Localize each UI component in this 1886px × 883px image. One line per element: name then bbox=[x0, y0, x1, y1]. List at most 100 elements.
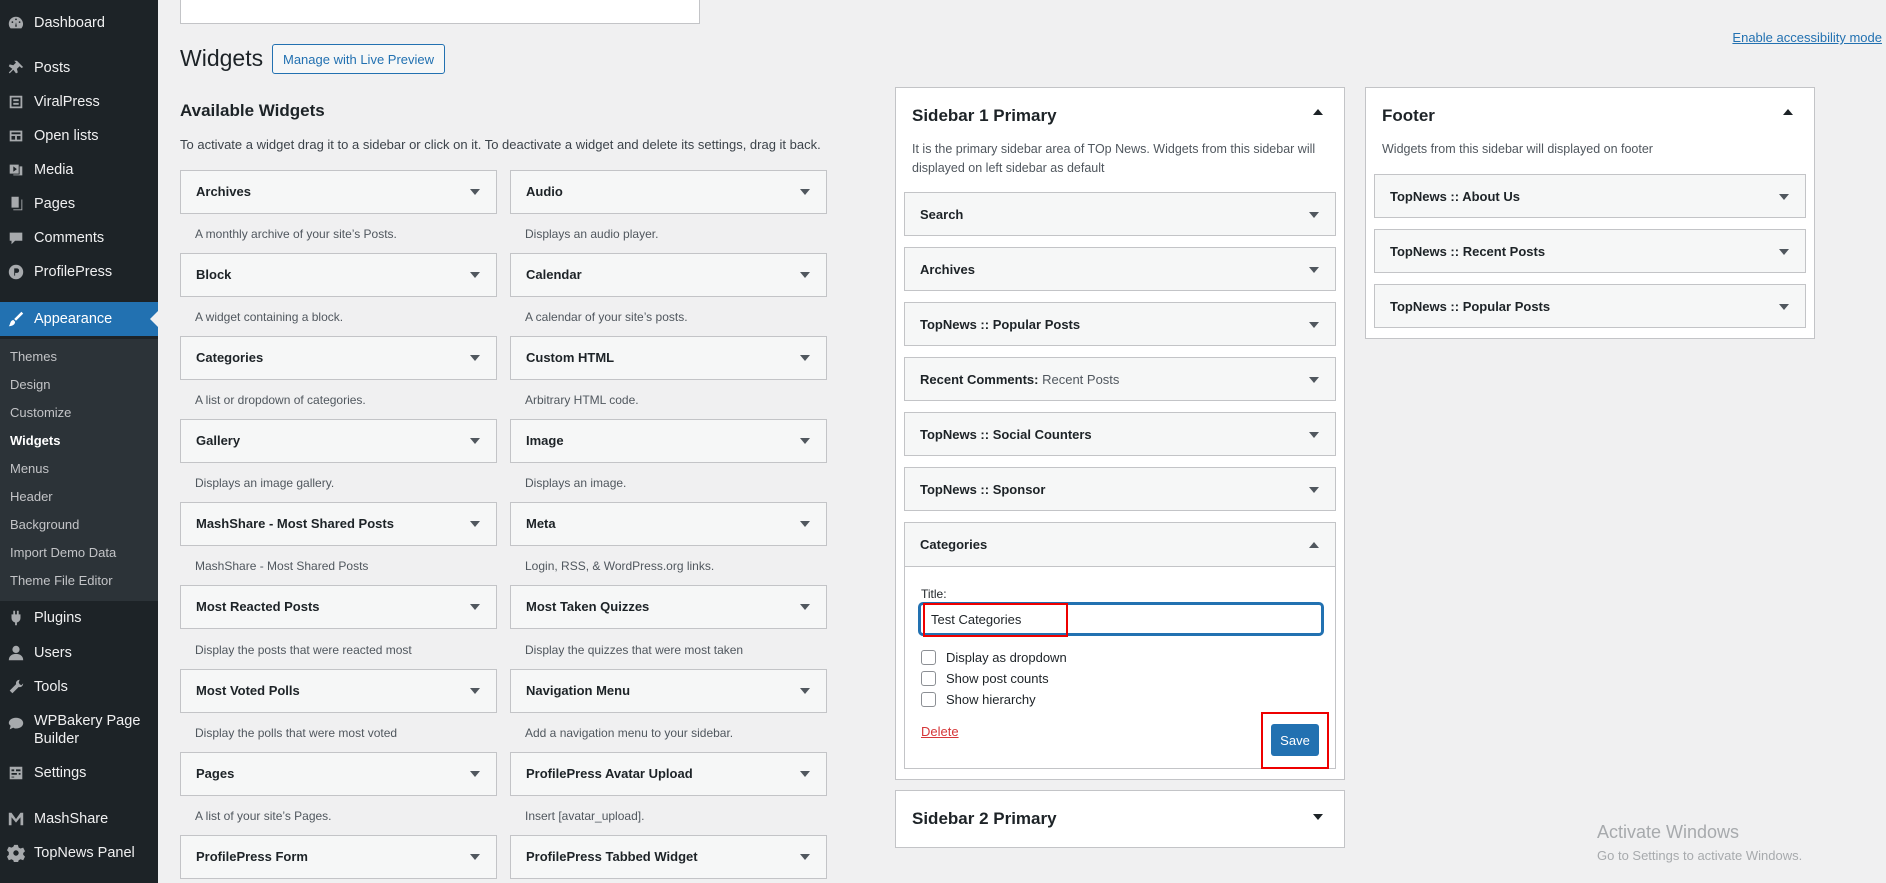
menu-media[interactable]: Media bbox=[0, 154, 158, 186]
caret-down-icon[interactable] bbox=[1313, 814, 1323, 820]
submenu-header[interactable]: Header bbox=[10, 489, 53, 504]
menu-dashboard[interactable]: Dashboard bbox=[0, 7, 158, 39]
categories-widget-header[interactable]: Categories bbox=[905, 523, 1335, 567]
sidebar-2-primary[interactable]: Sidebar 2 Primary bbox=[895, 790, 1345, 848]
widget-mashshare-most-shared[interactable]: MashShare - Most Shared Posts bbox=[180, 502, 497, 546]
menu-users[interactable]: Users bbox=[0, 637, 158, 669]
delete-link[interactable]: Delete bbox=[921, 724, 959, 739]
checkbox-show-hierarchy[interactable] bbox=[921, 692, 936, 707]
widget-calendar[interactable]: Calendar bbox=[510, 253, 827, 297]
sidebar-widget-popular-posts[interactable]: TopNews :: Popular Posts bbox=[904, 302, 1336, 346]
caret-down-icon[interactable] bbox=[1309, 267, 1319, 273]
caret-down-icon[interactable] bbox=[800, 688, 810, 694]
menu-comments[interactable]: Comments bbox=[0, 222, 158, 254]
widget-profilepress-form[interactable]: ProfilePress Form bbox=[180, 835, 497, 879]
caret-down-icon[interactable] bbox=[800, 604, 810, 610]
sidebar-1-title[interactable]: Sidebar 1 Primary bbox=[912, 106, 1057, 126]
menu-plugins[interactable]: Plugins bbox=[0, 602, 158, 634]
sidebar-widget-archives[interactable]: Archives bbox=[904, 247, 1336, 291]
checkbox-show-post-counts[interactable] bbox=[921, 671, 936, 686]
sidebar-widget-recent-comments[interactable]: Recent Comments: Recent Posts bbox=[904, 357, 1336, 401]
caret-down-icon[interactable] bbox=[470, 521, 480, 527]
footer-widget-about-us[interactable]: TopNews :: About Us bbox=[1374, 174, 1806, 218]
widget-gallery[interactable]: Gallery bbox=[180, 419, 497, 463]
caret-up-icon[interactable] bbox=[1313, 109, 1323, 115]
caret-down-icon[interactable] bbox=[1309, 212, 1319, 218]
caret-down-icon[interactable] bbox=[800, 854, 810, 860]
submenu-themes[interactable]: Themes bbox=[10, 349, 57, 364]
submenu-import-demo-data[interactable]: Import Demo Data bbox=[10, 545, 116, 560]
checkbox-display-dropdown[interactable] bbox=[921, 650, 936, 665]
caret-down-icon[interactable] bbox=[800, 771, 810, 777]
widget-profilepress-avatar-upload[interactable]: ProfilePress Avatar Upload bbox=[510, 752, 827, 796]
caret-down-icon[interactable] bbox=[1779, 249, 1789, 255]
widget-meta[interactable]: Meta bbox=[510, 502, 827, 546]
caret-down-icon[interactable] bbox=[1779, 194, 1789, 200]
caret-down-icon[interactable] bbox=[470, 189, 480, 195]
caret-down-icon[interactable] bbox=[800, 272, 810, 278]
widget-image[interactable]: Image bbox=[510, 419, 827, 463]
caret-down-icon[interactable] bbox=[1779, 304, 1789, 310]
menu-mashshare[interactable]: MashShare bbox=[0, 803, 158, 835]
widget-archives[interactable]: Archives bbox=[180, 170, 497, 214]
widget-audio[interactable]: Audio bbox=[510, 170, 827, 214]
sidebar-widget-social-counters[interactable]: TopNews :: Social Counters bbox=[904, 412, 1336, 456]
show-post-counts-option[interactable]: Show post counts bbox=[921, 671, 1049, 686]
caret-down-icon[interactable] bbox=[1309, 377, 1319, 383]
caret-down-icon[interactable] bbox=[470, 854, 480, 860]
caret-down-icon[interactable] bbox=[470, 438, 480, 444]
submenu-menus[interactable]: Menus bbox=[10, 461, 49, 476]
sidebar-2-title[interactable]: Sidebar 2 Primary bbox=[912, 809, 1057, 829]
menu-tools[interactable]: Tools bbox=[0, 671, 158, 703]
highlight-box-save bbox=[1261, 712, 1329, 769]
widget-most-voted-polls[interactable]: Most Voted Polls bbox=[180, 669, 497, 713]
menu-settings[interactable]: Settings bbox=[0, 757, 158, 789]
caret-down-icon[interactable] bbox=[470, 604, 480, 610]
menu-pages[interactable]: Pages bbox=[0, 188, 158, 220]
submenu-widgets[interactable]: Widgets bbox=[10, 433, 60, 448]
submenu-customize[interactable]: Customize bbox=[10, 405, 71, 420]
caret-down-icon[interactable] bbox=[470, 771, 480, 777]
caret-down-icon[interactable] bbox=[470, 272, 480, 278]
widget-pages[interactable]: Pages bbox=[180, 752, 497, 796]
widget-custom-html[interactable]: Custom HTML bbox=[510, 336, 827, 380]
enable-accessibility-mode-link[interactable]: Enable accessibility mode bbox=[1732, 30, 1882, 45]
caret-down-icon[interactable] bbox=[1309, 432, 1319, 438]
caret-down-icon[interactable] bbox=[800, 438, 810, 444]
menu-viralpress[interactable]: ViralPress bbox=[0, 86, 158, 118]
submenu-design[interactable]: Design bbox=[10, 377, 50, 392]
sidebar-widget-categories-expanded: Categories Title: Display as dropdown Sh… bbox=[904, 522, 1336, 769]
caret-down-icon[interactable] bbox=[800, 355, 810, 361]
show-hierarchy-option[interactable]: Show hierarchy bbox=[921, 692, 1036, 707]
menu-open-lists[interactable]: Open lists bbox=[0, 120, 158, 152]
footer-widget-popular-posts[interactable]: TopNews :: Popular Posts bbox=[1374, 284, 1806, 328]
menu-wpbakery[interactable]: WPBakery Page Builder bbox=[0, 712, 158, 752]
manage-live-preview-button[interactable]: Manage with Live Preview bbox=[272, 44, 446, 74]
widget-categories[interactable]: Categories bbox=[180, 336, 497, 380]
caret-down-icon[interactable] bbox=[470, 688, 480, 694]
widget-most-reacted-posts[interactable]: Most Reacted Posts bbox=[180, 585, 497, 629]
caret-up-icon[interactable] bbox=[1309, 542, 1319, 548]
menu-appearance[interactable]: Appearance bbox=[0, 302, 158, 336]
display-as-dropdown-option[interactable]: Display as dropdown bbox=[921, 650, 1067, 665]
widget-custom-html-desc: Arbitrary HTML code. bbox=[525, 393, 639, 407]
caret-down-icon[interactable] bbox=[1309, 487, 1319, 493]
footer-widget-recent-posts[interactable]: TopNews :: Recent Posts bbox=[1374, 229, 1806, 273]
caret-down-icon[interactable] bbox=[800, 189, 810, 195]
sidebar-widget-search[interactable]: Search bbox=[904, 192, 1336, 236]
footer-title[interactable]: Footer bbox=[1382, 106, 1435, 126]
submenu-background[interactable]: Background bbox=[10, 517, 79, 532]
caret-up-icon[interactable] bbox=[1783, 109, 1793, 115]
widget-most-taken-quizzes[interactable]: Most Taken Quizzes bbox=[510, 585, 827, 629]
widget-block[interactable]: Block bbox=[180, 253, 497, 297]
menu-posts[interactable]: Posts bbox=[0, 52, 158, 84]
widget-navigation-menu[interactable]: Navigation Menu bbox=[510, 669, 827, 713]
caret-down-icon[interactable] bbox=[1309, 322, 1319, 328]
widget-profilepress-tabbed[interactable]: ProfilePress Tabbed Widget bbox=[510, 835, 827, 879]
menu-profilepress[interactable]: ProfilePress bbox=[0, 256, 158, 288]
menu-topnews-panel[interactable]: TopNews Panel bbox=[0, 837, 158, 869]
caret-down-icon[interactable] bbox=[800, 521, 810, 527]
caret-down-icon[interactable] bbox=[470, 355, 480, 361]
sidebar-widget-sponsor[interactable]: TopNews :: Sponsor bbox=[904, 467, 1336, 511]
submenu-theme-file-editor[interactable]: Theme File Editor bbox=[10, 573, 113, 588]
